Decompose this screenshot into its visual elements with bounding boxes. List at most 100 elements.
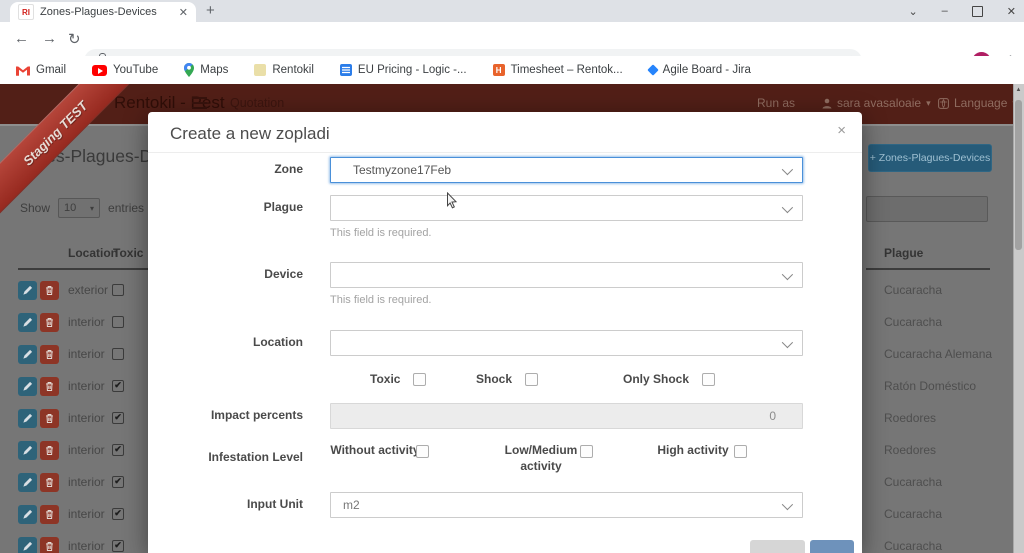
table-header-divider bbox=[18, 268, 148, 270]
chevron-down-icon: ▾ bbox=[90, 203, 95, 213]
device-required-message: This field is required. bbox=[330, 294, 432, 306]
language-menu[interactable]: Language ▾ bbox=[938, 96, 1017, 110]
modal-cancel-button[interactable] bbox=[750, 540, 805, 553]
delete-button[interactable] bbox=[40, 312, 59, 332]
input-unit-select[interactable]: m2 bbox=[330, 492, 803, 518]
only-shock-checkbox-group: Only Shock bbox=[623, 372, 716, 386]
edit-button[interactable] bbox=[18, 504, 37, 524]
scroll-up-icon[interactable]: ▲ bbox=[1014, 87, 1023, 93]
toxic-label: Toxic bbox=[370, 372, 401, 386]
toxic-checkbox[interactable]: ✔ bbox=[112, 444, 124, 456]
plague-select[interactable] bbox=[330, 195, 803, 221]
browser-tab[interactable]: RI Zones-Plagues-Devices ✕ bbox=[10, 2, 196, 22]
bookmark-agile-board[interactable]: Agile Board - Jira bbox=[646, 64, 751, 76]
edit-button[interactable] bbox=[18, 536, 37, 553]
mouse-cursor bbox=[447, 192, 458, 209]
edit-button[interactable] bbox=[18, 344, 37, 364]
delete-button[interactable] bbox=[40, 536, 59, 553]
location-select[interactable] bbox=[330, 330, 803, 356]
delete-button[interactable] bbox=[40, 472, 59, 492]
delete-button[interactable] bbox=[40, 376, 59, 396]
bookmark-eu-pricing[interactable]: EU Pricing - Logic -... bbox=[339, 64, 467, 76]
site-favicon-icon: RI bbox=[18, 4, 34, 20]
minimize-icon[interactable]: – bbox=[942, 5, 948, 17]
bookmark-maps[interactable]: Maps bbox=[184, 63, 228, 77]
hamburger-menu-icon[interactable] bbox=[192, 97, 207, 112]
only-shock-label: Only Shock bbox=[623, 372, 690, 386]
delete-button[interactable] bbox=[40, 504, 59, 524]
toxic-checkbox[interactable]: ✔ bbox=[112, 412, 124, 424]
table-row: interior bbox=[18, 338, 152, 370]
back-icon[interactable]: ← bbox=[14, 30, 29, 47]
toxic-checkbox[interactable] bbox=[112, 348, 124, 360]
close-icon[interactable]: ✕ bbox=[1007, 5, 1016, 18]
shock-checkbox-group: Shock bbox=[476, 372, 539, 386]
only-shock-checkbox[interactable] bbox=[702, 372, 716, 386]
edit-button[interactable] bbox=[18, 312, 37, 332]
bookmark-youtube[interactable]: YouTube bbox=[92, 64, 158, 76]
add-zones-plagues-devices-button[interactable]: + Zones-Plagues-Devices bbox=[868, 144, 992, 172]
toxic-checkbox[interactable] bbox=[112, 284, 124, 296]
bookmark-label: YouTube bbox=[113, 64, 159, 76]
toxic-checkbox-group: Toxic bbox=[370, 372, 427, 386]
modal-save-button[interactable] bbox=[810, 540, 854, 553]
plague-cell: Ratón Doméstico bbox=[884, 379, 977, 393]
new-tab-button[interactable]: + bbox=[206, 2, 215, 19]
edit-button[interactable] bbox=[18, 408, 37, 428]
bookmark-timesheet[interactable]: H Timesheet – Rentok... bbox=[492, 64, 623, 76]
reload-icon[interactable]: ↻ bbox=[68, 30, 81, 48]
delete-button[interactable] bbox=[40, 344, 59, 364]
bookmark-rentokil[interactable]: Rentokil bbox=[254, 64, 314, 76]
modal-header-divider bbox=[148, 152, 862, 153]
zone-value: Testmyzone17Feb bbox=[353, 163, 452, 177]
bookmark-label: Agile Board - Jira bbox=[662, 64, 751, 76]
edit-button[interactable] bbox=[18, 440, 37, 460]
table-row: exterior bbox=[18, 274, 152, 306]
device-select[interactable] bbox=[330, 262, 803, 288]
scrollbar-thumb[interactable] bbox=[1015, 100, 1022, 250]
toxic-checkbox[interactable] bbox=[112, 316, 124, 328]
table-header-divider bbox=[866, 268, 990, 270]
maximize-icon[interactable] bbox=[971, 5, 983, 17]
window-menu-icon[interactable]: ⌄ bbox=[908, 5, 917, 18]
toxic-checkbox[interactable]: ✔ bbox=[112, 380, 124, 392]
plague-cell: Roedores bbox=[884, 443, 937, 457]
shock-checkbox[interactable] bbox=[525, 372, 539, 386]
chevron-down-icon bbox=[781, 268, 794, 281]
table-row: interior ✔ bbox=[18, 402, 152, 434]
tab-close-icon[interactable]: ✕ bbox=[179, 6, 188, 19]
low-medium-activity-checkbox[interactable] bbox=[580, 445, 593, 458]
page-size-select[interactable]: 10 ▾ bbox=[58, 198, 101, 218]
plague-cell: Cucaracha bbox=[884, 283, 943, 297]
delete-button[interactable] bbox=[40, 440, 59, 460]
toxic-checkbox[interactable]: ✔ bbox=[112, 540, 124, 552]
high-activity-checkbox[interactable] bbox=[734, 445, 747, 458]
nav-item-quotation[interactable]: Quotation bbox=[230, 96, 284, 110]
run-as-link[interactable]: Run as bbox=[757, 96, 795, 110]
toxic-checkbox[interactable]: ✔ bbox=[112, 476, 124, 488]
delete-button[interactable] bbox=[40, 280, 59, 300]
edit-button[interactable] bbox=[18, 280, 37, 300]
table-row: interior ✔ bbox=[18, 530, 152, 553]
without-activity-checkbox[interactable] bbox=[416, 445, 429, 458]
toxic-checkbox[interactable]: ✔ bbox=[112, 508, 124, 520]
table-search-input[interactable] bbox=[866, 196, 988, 222]
edit-button[interactable] bbox=[18, 376, 37, 396]
zone-select[interactable]: Testmyzone17Feb bbox=[330, 157, 803, 183]
forward-icon[interactable]: → bbox=[42, 30, 57, 47]
input-unit-label: Input Unit bbox=[247, 497, 303, 511]
document-icon bbox=[339, 64, 352, 76]
tab-title: Zones-Plagues-Devices bbox=[40, 6, 157, 18]
toxic-checkbox[interactable] bbox=[413, 372, 427, 386]
infestation-level-label: Infestation Level bbox=[208, 450, 303, 464]
user-menu[interactable]: sara avasaloaie ▾ bbox=[822, 96, 931, 110]
column-header-toxic: Toxic bbox=[113, 246, 144, 260]
delete-button[interactable] bbox=[40, 408, 59, 428]
bookmark-gmail[interactable]: Gmail bbox=[16, 64, 66, 76]
edit-button[interactable] bbox=[18, 472, 37, 492]
table-row: interior ✔ bbox=[18, 434, 152, 466]
location-cell: interior bbox=[68, 507, 105, 521]
shock-label: Shock bbox=[476, 372, 513, 386]
caret-down-icon: ▾ bbox=[926, 97, 931, 108]
modal-close-icon[interactable]: × bbox=[837, 122, 846, 139]
